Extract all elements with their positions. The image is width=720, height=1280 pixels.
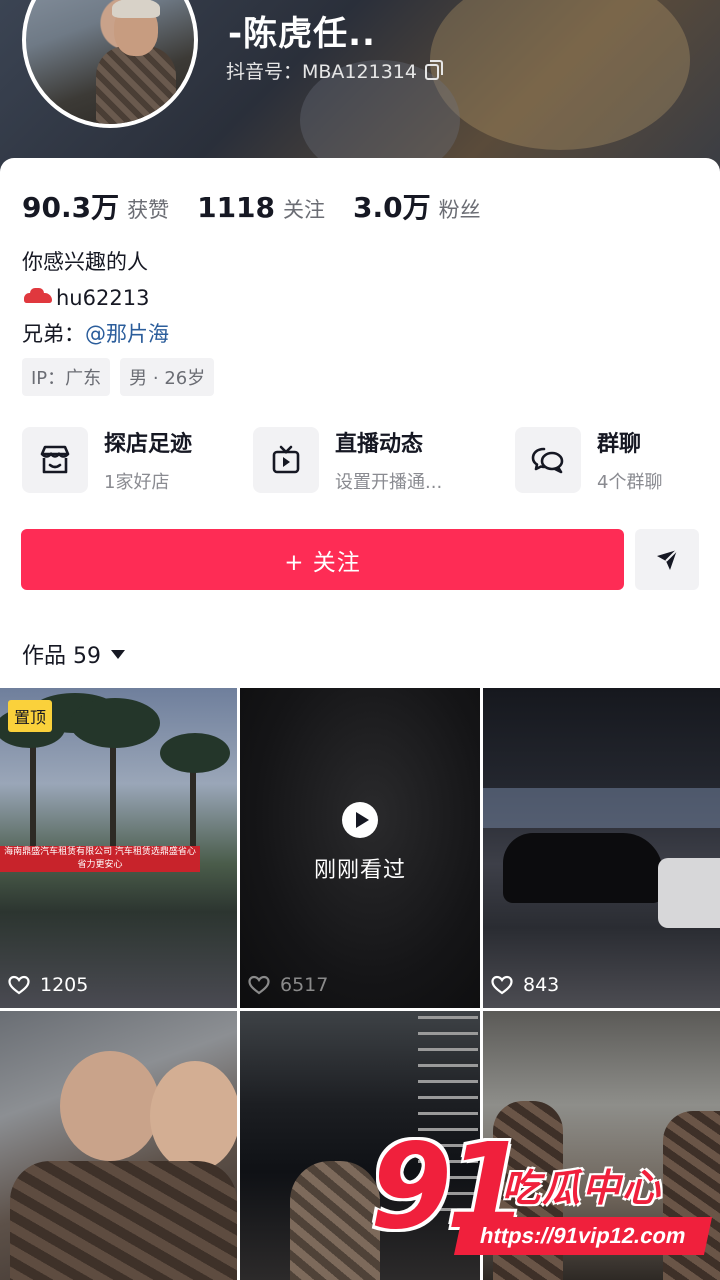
- video-banner: 海南鼎盛汽车租赁有限公司 汽车租赁选鼎盛省心省力更安心: [0, 846, 200, 872]
- entry-group-title: 群聊: [597, 432, 642, 457]
- car-icon: [22, 287, 54, 307]
- follow-button[interactable]: + 关注: [21, 529, 624, 590]
- watermark-brand: 吃瓜中心: [502, 1166, 663, 1210]
- play-icon: [342, 802, 378, 838]
- bio-line-text: hu62213: [56, 286, 150, 310]
- entry-shop-subtitle: 1家好店: [104, 472, 170, 493]
- entry-live-subtitle: 设置开播通...: [335, 472, 443, 493]
- stat-following-label: 关注: [283, 198, 326, 222]
- bio: 你感兴趣的人 hu62213 兄弟：@那片海: [22, 244, 169, 352]
- feature-entries: 探店足迹 1家好店 直播动态 设置开播通... 群聊 4个群聊: [22, 426, 700, 496]
- video-tile[interactable]: 843: [483, 688, 720, 1008]
- avatar-body: [96, 46, 176, 124]
- like-count-text: 843: [523, 974, 560, 996]
- entry-live[interactable]: 直播动态 设置开播通...: [253, 426, 442, 494]
- entry-group-subtitle: 4个群聊: [597, 472, 663, 493]
- stat-following[interactable]: 1118 关注: [197, 191, 325, 224]
- heart-icon: [491, 975, 513, 995]
- header-decoration: [430, 0, 690, 150]
- recently-watched-label: 刚刚看过: [313, 858, 406, 883]
- entry-shop-visits[interactable]: 探店足迹 1家好店: [22, 426, 192, 494]
- pinned-badge: 置顶: [8, 700, 53, 732]
- like-count-text: 6517: [280, 974, 329, 996]
- video-tile[interactable]: [0, 1011, 237, 1280]
- profile-header-background: -陈虎任.. 抖音号：MBA121314: [0, 0, 720, 175]
- douyin-id[interactable]: 抖音号：MBA121314: [226, 57, 443, 84]
- nickname: -陈虎任..: [228, 14, 376, 54]
- bio-line: hu62213: [22, 280, 169, 316]
- douyin-id-text: 抖音号：MBA121314: [226, 61, 417, 83]
- tv-icon: [253, 427, 319, 493]
- works-count: 作品 59: [22, 644, 101, 669]
- recently-watched-overlay: 刚刚看过: [240, 688, 480, 1008]
- stat-followers[interactable]: 3.0万 粉丝: [353, 186, 481, 226]
- stat-likes-value: 90.3万: [22, 191, 120, 224]
- gender-age-tag: 男 · 26岁: [120, 358, 215, 396]
- chat-icon: [515, 427, 581, 493]
- like-count: 1205: [8, 974, 88, 996]
- video-tile[interactable]: 刚刚看过 6517: [240, 688, 480, 1008]
- send-icon: [657, 548, 678, 570]
- avatar[interactable]: [22, 0, 198, 128]
- copy-icon[interactable]: [424, 60, 443, 80]
- heart-icon: [248, 975, 270, 995]
- caret-down-icon: [111, 649, 125, 659]
- video-tile[interactable]: 海南鼎盛汽车租赁有限公司 汽车租赁选鼎盛省心省力更安心 置顶 1205: [0, 688, 237, 1008]
- like-count-text: 1205: [40, 974, 89, 996]
- ip-tag: IP：广东: [22, 358, 111, 396]
- entry-live-title: 直播动态: [335, 432, 424, 457]
- like-count: 6517: [248, 974, 328, 996]
- stat-likes[interactable]: 90.3万 获赞: [22, 186, 169, 226]
- works-tab[interactable]: 作品 59: [22, 638, 125, 670]
- share-button[interactable]: [635, 529, 699, 590]
- watermark-url: https://91vip12.com: [453, 1217, 713, 1255]
- bio-mention-link[interactable]: @那片海: [85, 322, 169, 346]
- profile-tags: IP：广东 男 · 26岁: [22, 358, 224, 396]
- shop-icon: [22, 427, 88, 493]
- stat-following-value: 1118: [197, 191, 276, 224]
- stat-likes-label: 获赞: [127, 198, 170, 222]
- entry-shop-title: 探店足迹: [104, 432, 193, 457]
- site-watermark: 91 吃瓜中心 https://91vip12.com: [370, 1117, 713, 1265]
- avatar-hair: [112, 0, 160, 18]
- bio-line: 你感兴趣的人: [22, 250, 148, 274]
- stats-row: 90.3万 获赞 1118 关注 3.0万 粉丝: [22, 186, 509, 226]
- bio-line: 兄弟：@那片海: [22, 316, 169, 352]
- bio-prefix: 兄弟：: [22, 322, 85, 346]
- stat-followers-label: 粉丝: [438, 198, 481, 222]
- entry-group-chat[interactable]: 群聊 4个群聊: [515, 426, 662, 494]
- like-count: 843: [491, 974, 559, 996]
- stat-followers-value: 3.0万: [353, 191, 431, 224]
- profile-card: 90.3万 获赞 1118 关注 3.0万 粉丝 你感兴趣的人 hu62213 …: [0, 158, 720, 1280]
- heart-icon: [8, 975, 30, 995]
